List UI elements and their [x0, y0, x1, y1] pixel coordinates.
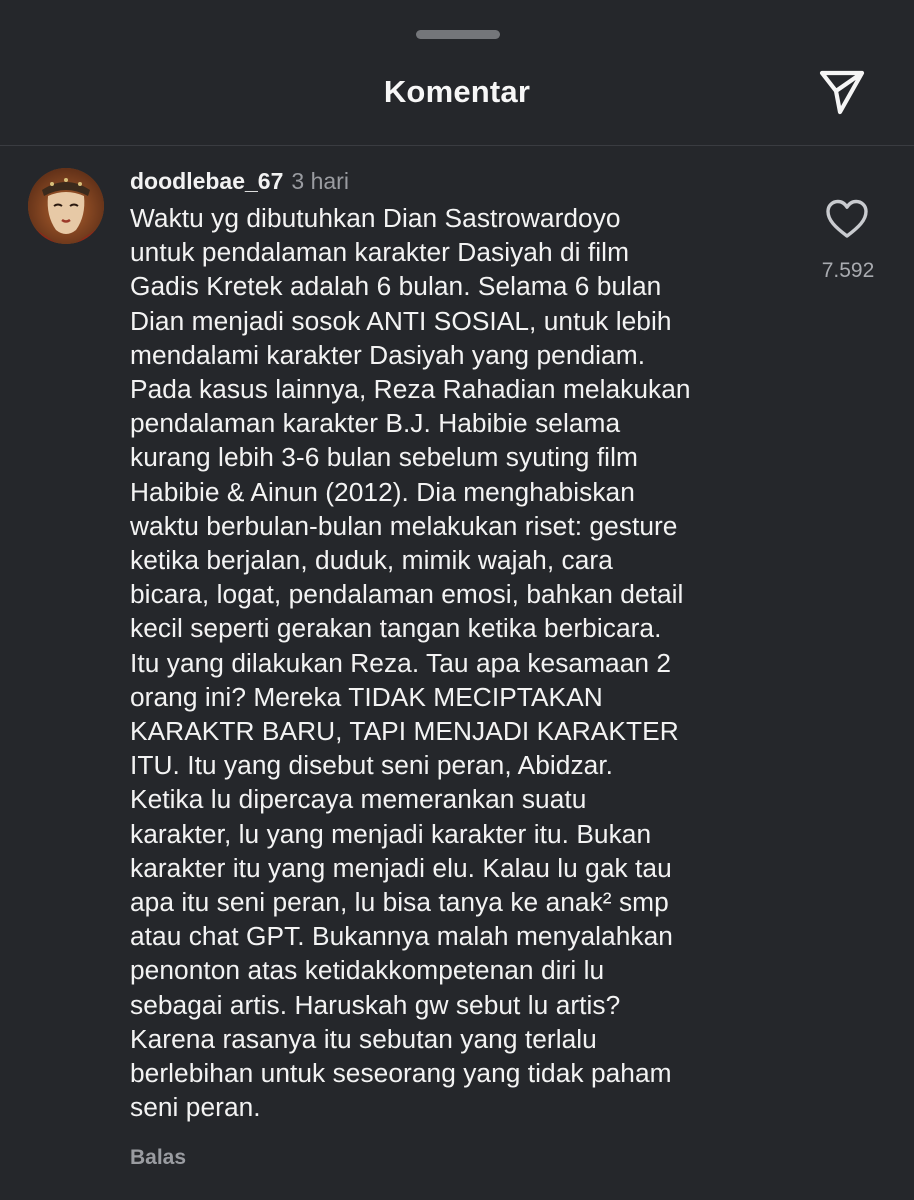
comments-sheet: Komentar doodlebae_67 3 hari Waktu yg di…: [0, 0, 914, 1200]
share-button[interactable]: [816, 68, 868, 116]
page-title: Komentar: [383, 74, 531, 109]
like-count: 7.592: [821, 259, 875, 282]
comment-username[interactable]: doodlebae_67: [130, 168, 283, 194]
comment-timestamp: 3 hari: [291, 168, 349, 194]
comment-text: Waktu yg dibutuhkan Dian Sastrowardoyo u…: [130, 203, 691, 1123]
avatar[interactable]: [28, 168, 104, 244]
drag-handle[interactable]: [416, 30, 500, 39]
header-divider: [0, 145, 914, 146]
heart-icon: [826, 199, 868, 238]
comment-meta: doodlebae_67 3 hari: [130, 168, 349, 195]
paper-plane-icon: [819, 70, 865, 115]
mask-avatar: [28, 168, 104, 244]
like-button[interactable]: [825, 198, 869, 240]
reply-button[interactable]: Balas: [130, 1146, 186, 1170]
